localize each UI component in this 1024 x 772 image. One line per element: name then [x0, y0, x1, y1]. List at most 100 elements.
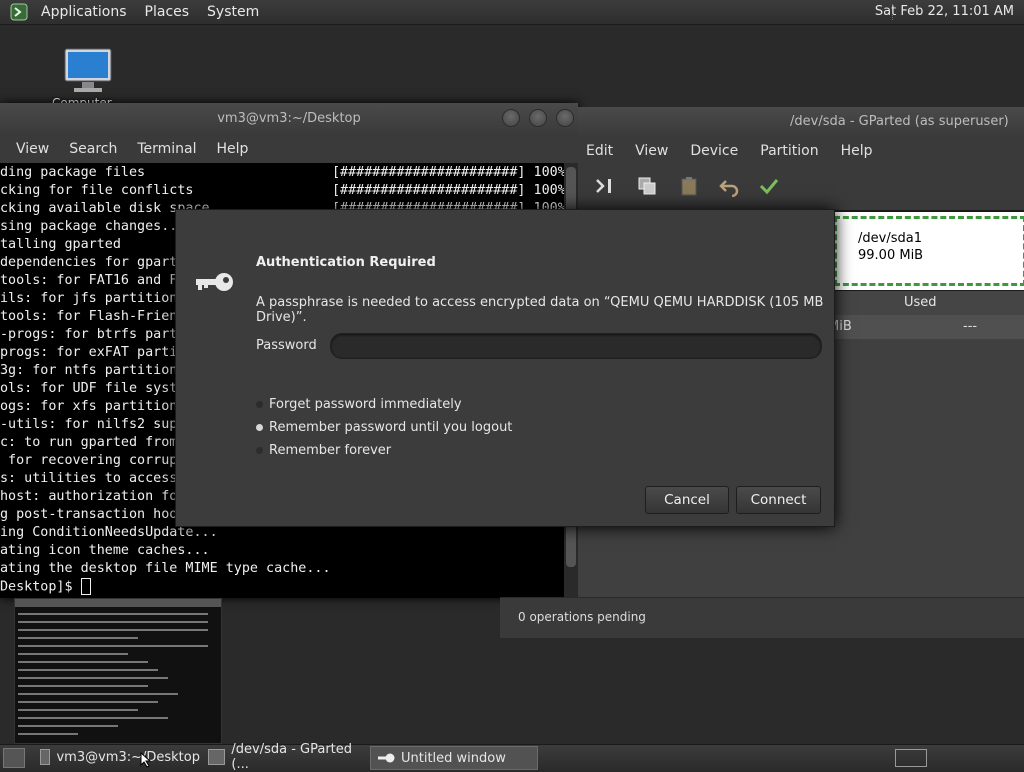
thumbnail-line: [18, 629, 208, 631]
gparted-menubar: Edit View Device Partition Help: [578, 137, 1024, 165]
thumbnail-line: [18, 725, 118, 727]
terminal-line: g post-transaction hooks: [0, 507, 194, 522]
radio-checked-icon: [256, 424, 263, 431]
key-icon: [377, 752, 395, 764]
taskbar-item-terminal[interactable]: vm3@vm3:~/Desktop: [34, 746, 200, 768]
connect-button[interactable]: Connect: [736, 486, 821, 514]
terminal-line: sing package changes...: [0, 219, 186, 234]
terminal-titlebar[interactable]: vm3@vm3:~/Desktop: [0, 103, 578, 135]
mouse-pointer-icon: [140, 752, 152, 768]
terminal-title: vm3@vm3:~/Desktop: [217, 111, 361, 126]
main-menu-icon[interactable]: [8, 3, 30, 21]
thumbnail-line: [18, 613, 208, 615]
apply-check-icon[interactable]: [758, 175, 780, 197]
top-panel: Applications Places System Sat Feb 22, 1…: [0, 0, 1024, 25]
gparted-statusbar: 0 operations pending: [500, 597, 1024, 638]
copy-icon[interactable]: [636, 175, 658, 197]
thumbnail-line: [18, 685, 148, 687]
terminal-icon: [40, 749, 51, 765]
gparted-menu-edit[interactable]: Edit: [578, 143, 621, 159]
radio-label: Remember password until you logout: [269, 420, 513, 435]
terminal-line: ogs: for xfs partitions: [0, 399, 186, 414]
show-desktop-icon[interactable]: [3, 748, 25, 768]
gparted-menu-view[interactable]: View: [627, 143, 676, 159]
terminal-line: tools: for Flash-Friendly: [0, 309, 202, 324]
terminal-cursor: [80, 578, 91, 595]
thumbnail-line: [18, 621, 208, 623]
computer-icon[interactable]: [62, 46, 114, 98]
thumbnail-line: [18, 717, 168, 719]
radio-label: Remember forever: [269, 443, 392, 458]
terminal-progress: [######################] 100%: [332, 165, 564, 180]
clock[interactable]: Sat Feb 22, 11:01 AM: [875, 0, 1014, 24]
taskbar-item-untitled[interactable]: Untitled window: [370, 746, 538, 770]
terminal-prompt: Desktop]$: [0, 579, 81, 595]
terminal-line: s: utilities to access: [0, 471, 178, 486]
radio-forget-immediately[interactable]: Forget password immediately: [256, 397, 462, 412]
terminal-line: ols: for UDF file system: [0, 381, 194, 396]
terminal-line: ils: for jfs partitions: [0, 291, 186, 306]
gparted-icon: [208, 749, 226, 765]
terminal-menubar: View Search Terminal Help: [0, 135, 578, 163]
thumbnail-titlebar: [15, 599, 221, 607]
partition-map-device: /dev/sda1: [858, 231, 922, 246]
thumbnail-line: [18, 669, 158, 671]
password-field[interactable]: [330, 333, 822, 359]
cancel-button[interactable]: Cancel: [645, 486, 729, 514]
terminal-menu-terminal[interactable]: Terminal: [127, 141, 206, 157]
gparted-titlebar[interactable]: /dev/sda - GParted (as superuser): [578, 107, 1024, 137]
terminal-line: host: authorization for: [0, 489, 186, 504]
thumbnail-line: [18, 653, 128, 655]
password-label: Password: [256, 338, 317, 353]
gparted-menu-partition[interactable]: Partition: [752, 143, 826, 159]
taskbar-item-gparted[interactable]: /dev/sda - GParted (...: [202, 742, 368, 772]
undo-icon[interactable]: [718, 175, 740, 198]
menu-system[interactable]: System: [200, 4, 266, 20]
thumbnail-line: [18, 709, 138, 711]
terminal-menu-search[interactable]: Search: [59, 141, 127, 157]
partition-map-size: 99.00 MiB: [858, 248, 924, 263]
terminal-line: ding package files: [0, 165, 146, 180]
dialog-title: Authentication Required: [256, 255, 436, 270]
auth-dialog[interactable]: Authentication Required A passphrase is …: [175, 209, 835, 527]
gparted-menu-help[interactable]: Help: [833, 143, 881, 159]
resize-move-icon[interactable]: [594, 175, 616, 197]
operations-status: 0 operations pending: [518, 610, 646, 624]
taskbar-item-label: vm3@vm3:~/Desktop: [56, 749, 200, 765]
radio-label: Forget password immediately: [269, 397, 462, 412]
thumbnail-line: [18, 693, 178, 695]
gparted-menu-device[interactable]: Device: [682, 143, 746, 159]
menu-applications[interactable]: Applications: [34, 4, 134, 20]
partition-table-header: Used: [828, 291, 1024, 316]
thumbnail-line: [18, 645, 208, 647]
close-button[interactable]: [556, 109, 574, 127]
table-row[interactable]: MiB ---: [828, 315, 1024, 339]
terminal-line: 3g: for ntfs partitions: [0, 363, 186, 378]
terminal-progress: [######################] 100%: [332, 183, 564, 198]
key-icon: [194, 270, 236, 294]
workspace-switcher-icon[interactable]: [895, 749, 927, 767]
terminal-menu-help[interactable]: Help: [207, 141, 259, 157]
radio-remember-forever[interactable]: Remember forever: [256, 443, 391, 458]
dialog-message: A passphrase is needed to access encrypt…: [256, 295, 824, 325]
thumbnail-line: [18, 661, 148, 663]
taskbar-item-label: Untitled window: [401, 750, 506, 766]
column-used[interactable]: Used: [904, 295, 937, 310]
window-preview-thumbnail[interactable]: [14, 598, 222, 744]
terminal-line: c: to run gparted from: [0, 435, 178, 450]
terminal-line: ating the desktop file MIME type cache..…: [0, 561, 331, 576]
row-used: ---: [963, 319, 978, 334]
terminal-line: dependencies for gparted: [0, 255, 194, 270]
thumbnail-line: [18, 701, 158, 703]
terminal-line: tools: for FAT16 and FAT: [0, 273, 194, 288]
terminal-prompt-line: Desktop]$: [0, 578, 91, 596]
thumbnail-line: [18, 677, 168, 679]
minimize-button[interactable]: [502, 109, 520, 127]
menu-places[interactable]: Places: [138, 4, 197, 20]
radio-remember-until-logout[interactable]: Remember password until you logout: [256, 420, 512, 435]
terminal-menu-view[interactable]: View: [6, 141, 59, 157]
gparted-title: /dev/sda - GParted (as superuser): [790, 114, 1009, 129]
maximize-button[interactable]: [529, 109, 547, 127]
terminal-line: talling gparted: [0, 237, 121, 252]
paste-icon[interactable]: [678, 175, 700, 197]
